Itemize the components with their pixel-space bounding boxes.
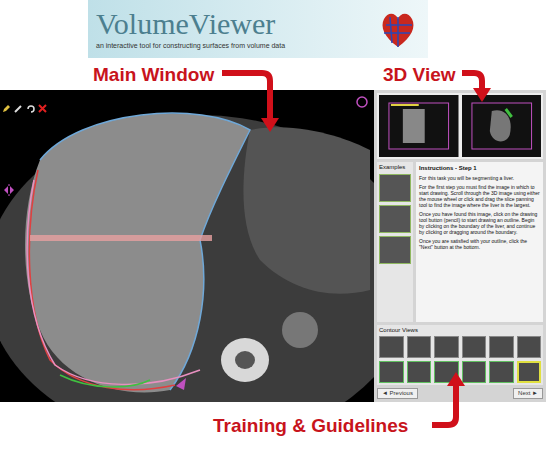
instruction-paragraph: For this task you will be segmenting a l… [419, 175, 540, 181]
examples: Examples [377, 162, 413, 322]
3d-thumbnail[interactable] [379, 95, 459, 157]
example-thumbnail[interactable] [379, 174, 411, 202]
example-thumbnail[interactable] [379, 205, 411, 233]
main-window-callout: Main Window [93, 61, 214, 90]
pencil-icon[interactable] [2, 104, 11, 113]
contour-thumbnail[interactable] [434, 336, 459, 358]
contour-thumbnail[interactable] [489, 361, 514, 383]
training-callout: Training & Guidelines [213, 412, 408, 441]
guide-area: Examples Instructions - Step 1 For this … [377, 162, 543, 322]
heart-icon [376, 7, 420, 51]
contour-thumbnail[interactable] [407, 361, 432, 383]
contour-thumbnail[interactable] [379, 336, 404, 358]
contour-thumbnail[interactable] [462, 361, 487, 383]
nav-bar: ◄ Previous Next ► [377, 388, 543, 399]
examples-title: Examples [379, 164, 411, 171]
contour-thumbnail[interactable] [489, 336, 514, 358]
contour-thumbnail[interactable] [517, 361, 542, 383]
toolbar [2, 104, 47, 113]
instructions-title: Instructions - Step 1 [419, 165, 540, 172]
contour-thumbnail[interactable] [434, 361, 459, 383]
previous-button[interactable]: ◄ Previous [377, 388, 418, 399]
arrow-icon [432, 384, 456, 425]
instruction-paragraph: Once you are satisfied with your outline… [419, 238, 540, 250]
main-window[interactable] [0, 90, 374, 402]
undo-icon[interactable] [26, 104, 35, 113]
callout-strip: Main Window 3D View [0, 60, 546, 90]
contour-views: Contour Views [377, 325, 543, 385]
arrow-icon [222, 73, 270, 120]
3d-view[interactable] [377, 93, 543, 159]
arrow-icon [462, 73, 482, 90]
app-screenshot: Examples Instructions - Step 1 For this … [0, 90, 546, 402]
instruction-paragraph: For the first step you must find the ima… [419, 184, 540, 208]
contour-title: Contour Views [379, 327, 541, 334]
ct-image [0, 90, 374, 402]
header: VolumeViewer an interactive tool for con… [0, 0, 546, 60]
next-button[interactable]: Next ► [513, 388, 543, 399]
logo: VolumeViewer an interactive tool for con… [88, 0, 428, 58]
contour-thumbnail[interactable] [462, 336, 487, 358]
3d-thumbnail[interactable] [462, 95, 542, 157]
side-panel: Examples Instructions - Step 1 For this … [374, 90, 546, 402]
contour-grid [379, 336, 541, 383]
example-thumbnail[interactable] [379, 236, 411, 264]
logo-title: VolumeViewer [96, 7, 285, 41]
bottom-strip: Training & Guidelines [0, 402, 546, 469]
page: VolumeViewer an interactive tool for con… [0, 0, 546, 469]
contour-thumbnail[interactable] [379, 361, 404, 383]
arrows [0, 0, 546, 469]
instructions: Instructions - Step 1 For this task you … [416, 162, 543, 322]
3d-view-callout: 3D View [383, 61, 456, 90]
pen-icon[interactable] [14, 104, 23, 113]
contour-thumbnail[interactable] [407, 336, 432, 358]
instruction-paragraph: Once you have found this image, click on… [419, 211, 540, 235]
contour-thumbnail[interactable] [517, 336, 542, 358]
logo-subtitle: an interactive tool for constructing sur… [96, 41, 285, 51]
close-icon[interactable] [38, 104, 47, 113]
